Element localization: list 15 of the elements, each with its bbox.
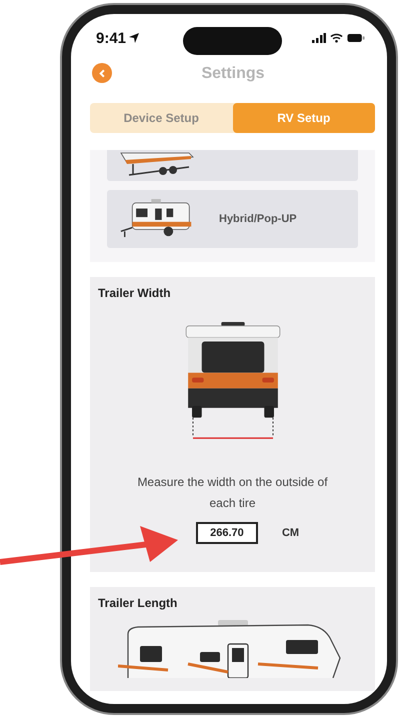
screen-title: Settings bbox=[201, 65, 265, 83]
location-arrow-icon bbox=[129, 33, 140, 43]
rv-type-card[interactable] bbox=[107, 150, 358, 181]
unit-label: CM bbox=[282, 527, 300, 539]
status-time: 9:41 bbox=[96, 30, 126, 46]
width-input[interactable]: 266.70 bbox=[196, 522, 258, 544]
instruction-text: Measure the width on the outside of each tire bbox=[136, 474, 329, 512]
battery-icon bbox=[347, 33, 365, 43]
section-title: Trailer Length bbox=[98, 596, 178, 610]
wifi-icon bbox=[330, 33, 343, 43]
rv-type-card[interactable]: Hybrid/Pop-UP bbox=[107, 190, 358, 248]
rv-type-label: Hybrid/Pop-UP bbox=[219, 213, 297, 225]
chevron-left-icon bbox=[98, 68, 106, 78]
signal-icon bbox=[312, 33, 326, 43]
section-title: Trailer Width bbox=[98, 286, 171, 300]
